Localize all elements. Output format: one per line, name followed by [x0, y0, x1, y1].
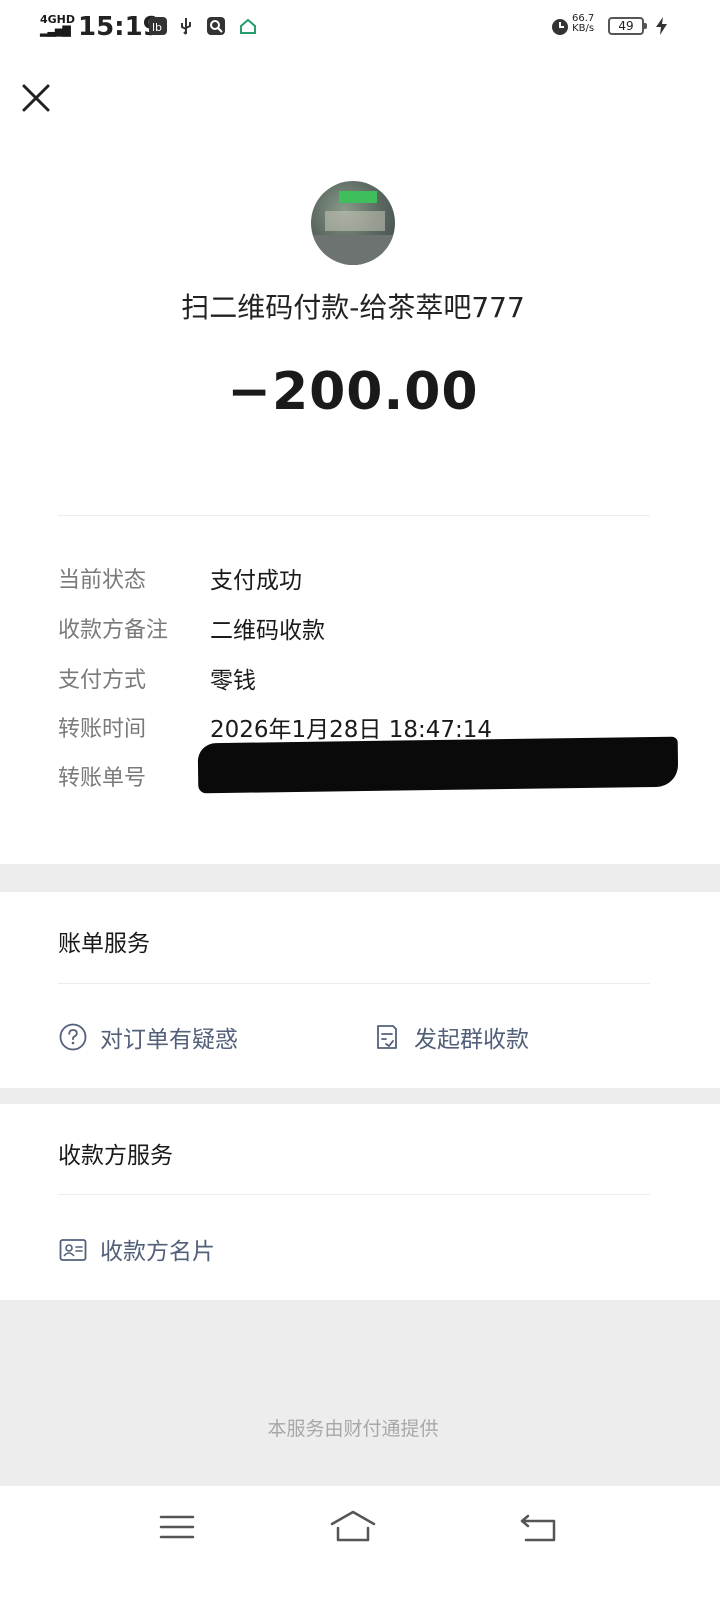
merchant-title: 扫二维码付款-给茶萃吧777 [181, 291, 525, 324]
network-indicator: 4GHD ▂▃▅▇ [40, 13, 76, 37]
status-bar: 4GHD ▂▃▅▇ 15:19 lb 66.7 KB/s 49 [0, 0, 720, 56]
transfer-number-label: 转账单号 [58, 766, 147, 791]
redacted-transfer-number [197, 736, 679, 794]
app-notification-icon: lb [149, 17, 167, 35]
section-separator [0, 1088, 720, 1104]
payee-note-value: 二维码收款 [210, 618, 325, 644]
receipt-icon [377, 1025, 397, 1049]
bill-service-title: 账单服务 [58, 931, 150, 957]
divider [58, 983, 650, 984]
menu-icon[interactable] [158, 1512, 196, 1544]
search-app-icon [207, 17, 225, 35]
group-collect-link[interactable]: 发起群收款 [370, 1018, 630, 1058]
order-question-label: 对订单有疑惑 [100, 1027, 238, 1053]
transfer-time-label: 转账时间 [58, 717, 147, 742]
payee-card-label: 收款方名片 [100, 1239, 215, 1265]
divider [58, 515, 650, 516]
status-value: 支付成功 [210, 568, 302, 594]
business-card-icon [59, 1239, 87, 1261]
section-separator [0, 864, 720, 892]
charging-icon [656, 17, 667, 35]
divider [58, 1194, 650, 1195]
merchant-avatar [311, 181, 395, 265]
question-icon [59, 1023, 87, 1051]
status-label: 当前状态 [58, 568, 147, 593]
battery-indicator: 49 [608, 17, 647, 35]
payee-service-title: 收款方服务 [58, 1143, 173, 1169]
order-question-link[interactable]: 对订单有疑惑 [56, 1018, 316, 1058]
home-app-icon [240, 18, 256, 34]
payee-card-link[interactable]: 收款方名片 [56, 1230, 316, 1270]
close-icon[interactable] [18, 80, 54, 116]
payment-method-value: 零钱 [210, 668, 256, 694]
payee-note-label: 收款方备注 [58, 618, 169, 643]
footer-area [0, 1300, 720, 1486]
usb-icon [181, 18, 191, 35]
group-collect-label: 发起群收款 [414, 1027, 529, 1053]
payment-amount: −200.00 [227, 362, 479, 422]
home-icon[interactable] [328, 1508, 378, 1544]
svg-text:lb: lb [152, 21, 162, 34]
network-speed: 66.7 KB/s [572, 13, 595, 34]
alarm-icon [552, 19, 568, 35]
payment-method-label: 支付方式 [58, 668, 147, 693]
provider-note: 本服务由财付通提供 [267, 1418, 439, 1440]
system-nav-bar [0, 1486, 720, 1600]
back-icon[interactable] [516, 1510, 560, 1546]
